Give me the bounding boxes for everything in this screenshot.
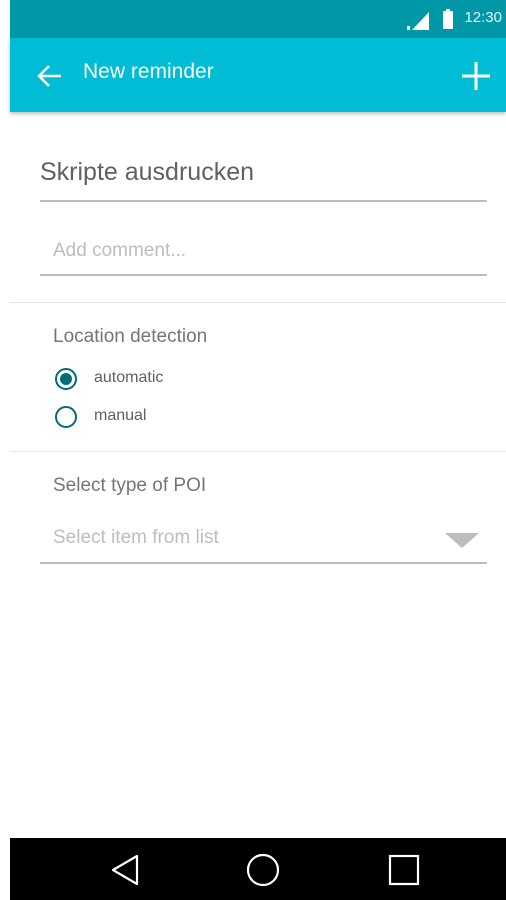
radio-automatic[interactable]: [55, 368, 77, 390]
comment-field[interactable]: Add comment...: [40, 230, 487, 276]
divider: [10, 451, 506, 452]
divider: [10, 302, 506, 303]
radio-automatic-label[interactable]: automatic: [94, 369, 163, 387]
battery-icon: [443, 9, 453, 29]
nav-recents-icon[interactable]: [386, 852, 422, 888]
status-time: 12:30: [464, 9, 502, 26]
comment-placeholder: Add comment...: [53, 240, 187, 261]
nav-home-icon[interactable]: [245, 852, 281, 888]
back-arrow-icon[interactable]: [36, 62, 64, 90]
radio-manual[interactable]: [55, 406, 77, 428]
poi-placeholder: Select item from list: [53, 527, 219, 548]
poi-dropdown[interactable]: Select item from list: [40, 518, 487, 564]
poi-section-title: Select type of POI: [53, 475, 207, 496]
location-section-title: Location detection: [53, 326, 208, 347]
reminder-title-field[interactable]: Skripte ausdrucken: [40, 150, 487, 202]
nav-back-icon[interactable]: [108, 852, 144, 888]
dropdown-arrow-icon: [445, 533, 479, 548]
app-bar: New reminder: [10, 38, 506, 112]
radio-manual-label[interactable]: manual: [94, 407, 146, 425]
reminder-title-value: Skripte ausdrucken: [40, 158, 255, 186]
navigation-bar: [10, 838, 506, 900]
add-icon[interactable]: [460, 60, 492, 92]
signal-icon: [407, 12, 429, 30]
page-title: New reminder: [83, 60, 214, 83]
status-bar: 12:30: [10, 0, 506, 38]
screen: 12:30 New reminder Skripte ausdrucken Ad…: [0, 0, 506, 900]
